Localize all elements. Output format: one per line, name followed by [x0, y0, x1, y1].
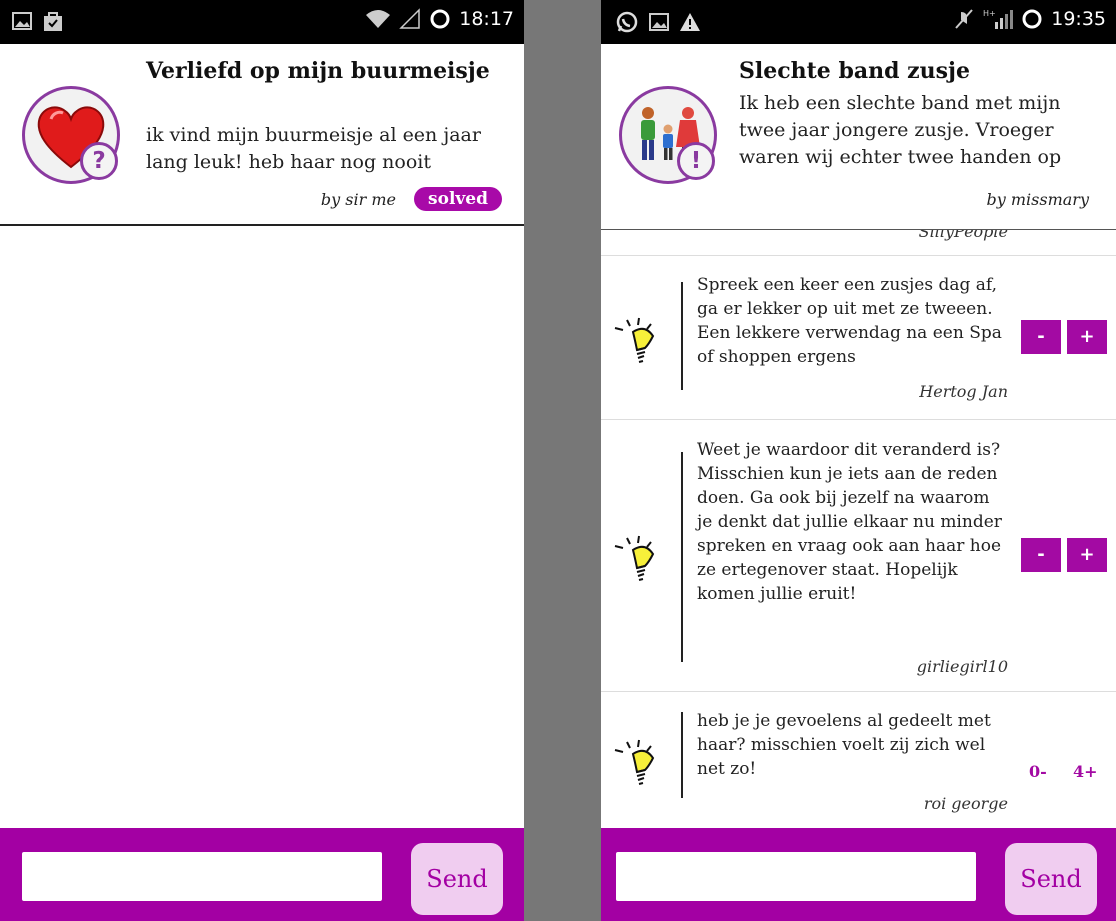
circle-icon [430, 9, 450, 29]
message-bar: Send [601, 828, 1116, 921]
message-input[interactable] [616, 852, 976, 901]
question-mark-icon: ? [80, 142, 118, 180]
question-body: ik vind mijn buurmeisje al een jaar lang… [146, 124, 481, 173]
answer-divider [681, 282, 683, 390]
image-icon [12, 12, 32, 30]
whatsapp-icon [616, 11, 638, 33]
lightbulb-icon [614, 535, 655, 581]
message-bar: Send [0, 828, 524, 921]
warning-icon [680, 13, 700, 31]
message-input[interactable] [22, 852, 382, 901]
circle-icon [1022, 9, 1042, 29]
status-bar: 18:17 [0, 0, 524, 44]
signal-icon [399, 8, 420, 29]
answer-author: girliegirl10 [916, 657, 1008, 676]
upvote-button[interactable]: + [1067, 320, 1107, 354]
answer-author: roi george [923, 794, 1008, 813]
phone-screen-left: 18:17 ? Verliefd op mijn buurmeisje ik v… [0, 0, 524, 921]
mute-icon [955, 9, 973, 29]
wifi-icon [366, 10, 391, 28]
answers-list[interactable]: SillyPeople Spreek een keer een zusjes d… [601, 230, 1116, 828]
answer-item: Weet je waardoor dit veranderd is? Missc… [601, 419, 1116, 691]
answer-text: heb je je gevoelens al gedeelt met haar?… [697, 711, 991, 779]
answer-item: Spreek een keer een zusjes dag af, ga er… [601, 255, 1116, 419]
exclamation-icon: ! [677, 142, 715, 180]
answer-item: heb je je gevoelens al gedeelt met haar?… [601, 691, 1116, 828]
answer-divider [681, 712, 683, 798]
question-header[interactable]: ? Verliefd op mijn buurmeisje ik vind mi… [0, 44, 524, 226]
lightbulb-icon [614, 739, 655, 785]
downvote-button[interactable]: - [1021, 320, 1061, 354]
send-button[interactable]: Send [411, 843, 503, 915]
answer-text: Spreek een keer een zusjes dag af, ga er… [697, 275, 1002, 367]
answer-author: SillyPeople [918, 230, 1008, 241]
svg-text:H+: H+ [983, 9, 996, 18]
send-button[interactable]: Send [1005, 843, 1097, 915]
image-icon [649, 13, 669, 31]
upvote-button[interactable]: + [1067, 538, 1107, 572]
upvote-count[interactable]: 4+ [1073, 762, 1098, 781]
downvote-button[interactable]: - [1021, 538, 1061, 572]
shopping-bag-icon [44, 12, 62, 31]
answer-divider [681, 452, 683, 662]
answer-author: Hertog Jan [919, 382, 1008, 401]
solved-badge: solved [414, 187, 502, 211]
question-body: Ik heb een slechte band met mijn twee ja… [739, 92, 1062, 168]
signal-icon: H+ [983, 9, 1014, 29]
question-author: by sir me [320, 190, 396, 209]
lightbulb-icon [614, 317, 655, 363]
answer-text: Weet je waardoor dit veranderd is? Missc… [697, 440, 1002, 604]
question-header[interactable]: ! Slechte band zusje Ik heb een slechte … [601, 44, 1116, 230]
question-author: by missmary [986, 190, 1089, 209]
clock: 19:35 [1051, 8, 1106, 30]
clock: 18:17 [459, 8, 514, 30]
downvote-count[interactable]: 0- [1029, 762, 1047, 781]
status-bar: H+ 19:35 [601, 0, 1116, 44]
question-title: Verliefd op mijn buurmeisje [146, 58, 490, 84]
phone-screen-right: H+ 19:35 ! Slechte band zusje Ik heb een… [601, 0, 1116, 921]
question-title: Slechte band zusje [739, 58, 970, 84]
